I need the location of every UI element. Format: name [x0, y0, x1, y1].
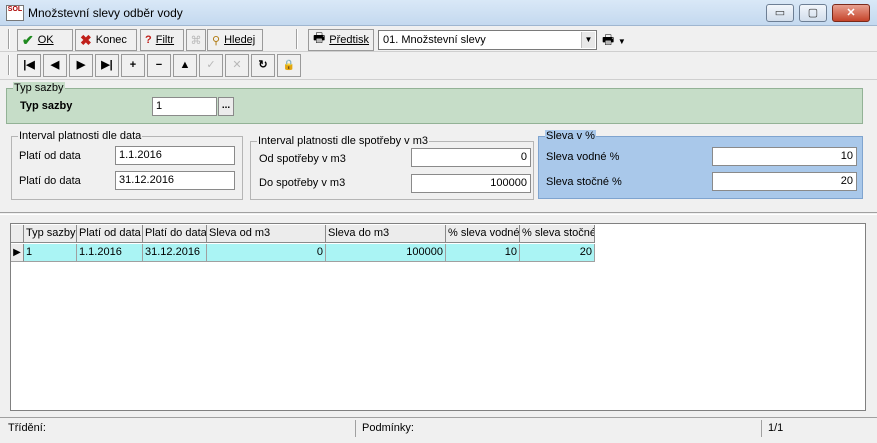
add-record-button[interactable]: +: [121, 54, 145, 77]
column-header[interactable]: Typ sazby: [24, 225, 77, 243]
typ-sazby-browse-button[interactable]: ...: [218, 97, 234, 116]
toolbar-separator: [296, 29, 298, 49]
window-title: Množstevní slevy odběr vody: [28, 6, 183, 20]
grid-indicator-header: [11, 225, 24, 243]
column-header[interactable]: % sleva stočné: [520, 225, 595, 243]
first-record-button[interactable]: |◀: [17, 54, 41, 77]
refresh-button[interactable]: ↻: [251, 54, 275, 77]
app-logo-icon: SOL: [6, 5, 24, 21]
checkmark-icon: ✔: [22, 31, 34, 48]
table-cell[interactable]: 31.12.2016: [143, 244, 207, 262]
lock-button[interactable]: 🔒: [277, 54, 301, 77]
question-icon: ?: [145, 34, 152, 46]
column-header[interactable]: % sleva vodné: [446, 225, 520, 243]
maximize-button[interactable]: ▢: [799, 4, 827, 22]
clear-filter-button[interactable]: ⌘: [186, 29, 206, 51]
column-header[interactable]: Sleva od m3: [207, 225, 326, 243]
ok-button[interactable]: ✔ OK: [17, 29, 73, 51]
od-spotreby-input[interactable]: 0: [411, 148, 531, 167]
status-podminky: Podmínky:: [356, 420, 762, 437]
last-record-button[interactable]: ▶|: [95, 54, 119, 77]
table-cell[interactable]: 100000: [326, 244, 446, 262]
print-button[interactable]: 🖶 ▼: [602, 31, 636, 49]
interval-spotreby-group: Interval platnosti dle spotřeby v m3 Od …: [250, 135, 534, 200]
table-cell[interactable]: 10: [446, 244, 520, 262]
printer-icon: 🖶: [602, 32, 615, 47]
typ-sazby-group: Typ sazby Typ sazby 1 ...: [6, 82, 863, 124]
table-cell[interactable]: 1: [24, 244, 77, 262]
cancel-edit-button[interactable]: ✕: [225, 54, 249, 77]
sleva-stocne-label: Sleva stočné %: [546, 176, 622, 188]
delete-record-button[interactable]: −: [147, 54, 171, 77]
table-cell[interactable]: 0: [207, 244, 326, 262]
clear-filter-icon: ⌘: [190, 34, 202, 47]
sleva-group: Sleva v % Sleva vodné % 10 Sleva stočné …: [538, 130, 863, 199]
plati-do-input[interactable]: 31.12.2016: [115, 171, 235, 190]
filtr-label: Filtr: [155, 34, 175, 46]
filtr-button[interactable]: ? Filtr: [140, 29, 184, 51]
next-record-button[interactable]: ▶: [69, 54, 93, 77]
edit-record-button[interactable]: ▲: [173, 54, 197, 77]
status-trideni: Třídění:: [2, 420, 356, 437]
typ-sazby-group-title: Typ sazby: [13, 82, 65, 94]
predtisk-select-value: 01. Množstevní slevy: [383, 34, 486, 46]
od-spotreby-label: Od spotřeby v m3: [259, 153, 346, 165]
do-spotreby-input[interactable]: 100000: [411, 174, 531, 193]
konec-label: Konec: [95, 34, 127, 46]
interval-spotreby-group-title: Interval platnosti dle spotřeby v m3: [257, 135, 429, 147]
chevron-down-icon[interactable]: ▼: [581, 32, 595, 48]
table-row[interactable]: ▶ 1 1.1.2016 31.12.2016 0 100000 10 20: [11, 244, 595, 262]
status-bar: Třídění: Podmínky: 1/1: [0, 417, 877, 439]
post-record-button[interactable]: ✓: [199, 54, 223, 77]
row-pointer-icon: ▶: [11, 244, 24, 262]
title-bar: SOL Množstevní slevy odběr vody ▭ ▢ ✕: [0, 0, 877, 26]
interval-data-group: Interval platnosti dle data Platí od dat…: [11, 130, 243, 200]
sleva-stocne-input[interactable]: 20: [712, 172, 857, 191]
hledej-label: Hledej: [224, 34, 256, 46]
sleva-vodne-input[interactable]: 10: [712, 147, 857, 166]
toolbar-separator: [8, 55, 10, 75]
sleva-vodne-label: Sleva vodné %: [546, 151, 620, 163]
prev-record-button[interactable]: ◀: [43, 54, 67, 77]
hledej-button[interactable]: ⚲ Hledej: [207, 29, 263, 51]
predtisk-select[interactable]: 01. Množstevní slevy ▼: [378, 30, 597, 50]
status-page-count: 1/1: [768, 422, 784, 434]
ok-label: OK: [37, 34, 54, 46]
plati-od-label: Platí od data: [19, 150, 81, 162]
column-header[interactable]: Sleva do m3: [326, 225, 446, 243]
predtisk-button[interactable]: 🖶 Předtisk: [308, 29, 374, 51]
predtisk-label: Předtisk: [329, 34, 370, 46]
konec-button[interactable]: ✖ Konec: [75, 29, 137, 51]
plati-do-label: Platí do data: [19, 175, 81, 187]
grid-header-row: Typ sazby Platí od data Platí do data Sl…: [11, 225, 595, 243]
printer-preview-icon: 🖶: [313, 30, 326, 45]
typ-sazby-label: Typ sazby: [20, 100, 73, 112]
dropdown-arrow-icon[interactable]: ▼: [618, 37, 626, 46]
column-header[interactable]: Platí od data: [77, 225, 143, 243]
column-header[interactable]: Platí do data: [143, 225, 207, 243]
typ-sazby-input[interactable]: 1: [152, 97, 217, 116]
table-cell[interactable]: 20: [520, 244, 595, 262]
plati-od-input[interactable]: 1.1.2016: [115, 146, 235, 165]
panel-splitter[interactable]: [0, 212, 877, 215]
close-window-button[interactable]: ✕: [832, 4, 870, 22]
binoculars-icon: ⚲: [212, 34, 221, 47]
sleva-group-title: Sleva v %: [545, 130, 596, 142]
do-spotreby-label: Do spotřeby v m3: [259, 177, 346, 189]
minimize-button[interactable]: ▭: [766, 4, 794, 22]
toolbar-separator: [8, 29, 10, 49]
data-grid[interactable]: Typ sazby Platí od data Platí do data Sl…: [10, 223, 866, 411]
close-x-icon: ✖: [80, 31, 92, 48]
interval-data-group-title: Interval platnosti dle data: [18, 130, 143, 142]
table-cell[interactable]: 1.1.2016: [77, 244, 143, 262]
